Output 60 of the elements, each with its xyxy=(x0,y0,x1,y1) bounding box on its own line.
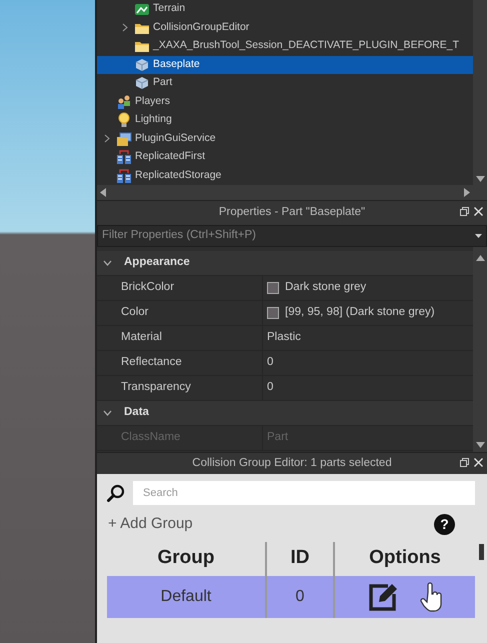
dropdown-icon[interactable] xyxy=(475,234,482,238)
panel-title: Properties - Part "Baseplate" xyxy=(218,205,366,220)
lighting-icon xyxy=(116,112,132,128)
property-name: Transparency xyxy=(97,376,263,400)
tree-item[interactable]: _XAXA_BrushTool_Session_DEACTIVATE_PLUGIN_BEFORE_T xyxy=(97,37,473,56)
expand-icon[interactable] xyxy=(104,134,110,144)
help-icon[interactable]: ? xyxy=(434,514,455,535)
property-value[interactable]: [99, 95, 98] (Dark stone grey) xyxy=(285,304,435,322)
filter-field[interactable]: Filter Properties (Ctrl+Shift+P) xyxy=(97,225,487,247)
scrollbar-thumb[interactable] xyxy=(478,544,484,560)
close-icon[interactable] xyxy=(474,207,483,216)
tree-item[interactable]: Part xyxy=(97,74,473,92)
expand-icon[interactable] xyxy=(122,23,128,32)
column-header: Group xyxy=(156,546,216,570)
property-name: Material xyxy=(97,326,263,350)
tree-item[interactable]: ReplicatedFirst xyxy=(97,148,473,166)
restore-icon[interactable] xyxy=(460,458,469,467)
search-icon xyxy=(107,484,125,502)
players-icon xyxy=(116,94,132,110)
color-swatch[interactable] xyxy=(267,307,279,319)
scroll-left-icon[interactable] xyxy=(100,188,106,197)
part-icon xyxy=(134,56,150,73)
restore-icon[interactable] xyxy=(460,207,469,216)
section-title: Appearance xyxy=(124,255,190,270)
scroll-down-icon[interactable] xyxy=(476,442,484,448)
property-value[interactable]: Plastic xyxy=(267,329,301,347)
tree-item[interactable]: ReplicatedStorage xyxy=(97,166,473,185)
property-value[interactable]: Dark stone grey xyxy=(285,279,366,297)
property-name: BrickColor xyxy=(97,276,263,300)
window-icon xyxy=(116,130,132,147)
scroll-down-icon[interactable] xyxy=(476,176,484,182)
tree-item[interactable]: Players xyxy=(97,92,473,111)
tree-item[interactable]: Baseplate xyxy=(97,56,473,74)
replicated-icon xyxy=(116,149,132,166)
property-value[interactable]: 0 xyxy=(267,379,274,397)
replicated-icon xyxy=(116,168,132,184)
property-value[interactable]: 0 xyxy=(267,354,274,372)
search-field[interactable]: Search xyxy=(133,481,475,505)
section-title: Data xyxy=(124,405,149,420)
property-name: Color xyxy=(97,301,263,325)
collapse-icon[interactable] xyxy=(103,260,112,266)
tree-item[interactable]: Lighting xyxy=(97,111,473,130)
tree-item[interactable]: PluginGuiService xyxy=(97,130,473,148)
tree-item[interactable]: CollisionGroupEditor xyxy=(97,18,473,37)
group-name[interactable]: Default xyxy=(107,576,265,618)
edit-icon[interactable] xyxy=(368,582,398,612)
scroll-right-icon[interactable] xyxy=(464,188,470,197)
terrain-icon xyxy=(134,1,150,18)
part-icon xyxy=(134,75,150,92)
close-icon[interactable] xyxy=(474,458,483,467)
property-name: ClassName xyxy=(97,426,263,450)
group-id: 0 xyxy=(265,576,333,618)
color-swatch[interactable] xyxy=(267,282,279,294)
add-group-link[interactable]: + Add Group xyxy=(108,513,193,536)
panel-title: Collision Group Editor: 1 parts selected xyxy=(192,456,392,471)
hand-pointer-icon[interactable] xyxy=(420,582,442,612)
scroll-up-icon[interactable] xyxy=(476,255,484,261)
collapse-icon[interactable] xyxy=(103,410,112,416)
tree-item[interactable]: Terrain xyxy=(97,0,473,18)
property-name: Reflectance xyxy=(97,351,263,375)
